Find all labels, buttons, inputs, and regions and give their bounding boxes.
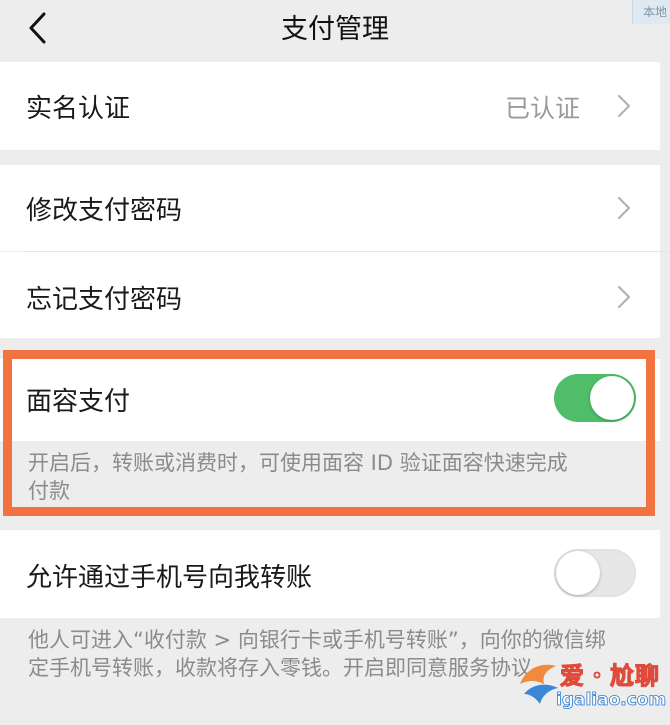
chevron-right-icon (617, 196, 631, 220)
face-pay-label: 面容支付 (26, 387, 131, 417)
face-pay-hint: 开启后，转账或消费时，可使用面容 ID 验证面容快速完成付款 (0, 441, 660, 507)
chevron-right-icon (617, 94, 631, 118)
real-name-label: 实名认证 (26, 94, 131, 124)
watermark-domain: igaliao.com (556, 690, 667, 711)
real-name-cell[interactable]: 实名认证 已认证 (0, 62, 660, 150)
corner-tag: 本地 (632, 0, 670, 24)
nav-bar: 支付管理 (0, 0, 670, 58)
real-name-status: 已认证 (504, 94, 580, 123)
phone-transfer-toggle[interactable] (554, 549, 636, 597)
forgot-password-cell[interactable]: 忘记支付密码 (0, 252, 660, 338)
payment-management-page: 支付管理 本地 实名认证 已认证 修改支付密码 忘记支付密码 面容支付 开启后，… (0, 0, 670, 725)
change-password-cell[interactable]: 修改支付密码 (0, 165, 660, 251)
site-watermark: 爱・尬聊 igaliao.com (516, 652, 667, 716)
forgot-password-label: 忘记支付密码 (26, 285, 183, 315)
phone-transfer-cell: 允许通过手机号向我转账 (0, 530, 660, 618)
page-title: 支付管理 (281, 14, 389, 45)
face-pay-toggle[interactable] (554, 374, 636, 422)
chevron-right-icon (617, 285, 631, 309)
toggle-knob (590, 376, 634, 420)
phone-transfer-label: 允许通过手机号向我转账 (26, 563, 313, 593)
toggle-knob (556, 551, 600, 595)
change-password-label: 修改支付密码 (26, 196, 183, 226)
watermark-brand: 爱・尬聊 (560, 662, 660, 691)
face-pay-cell: 面容支付 (0, 359, 660, 441)
